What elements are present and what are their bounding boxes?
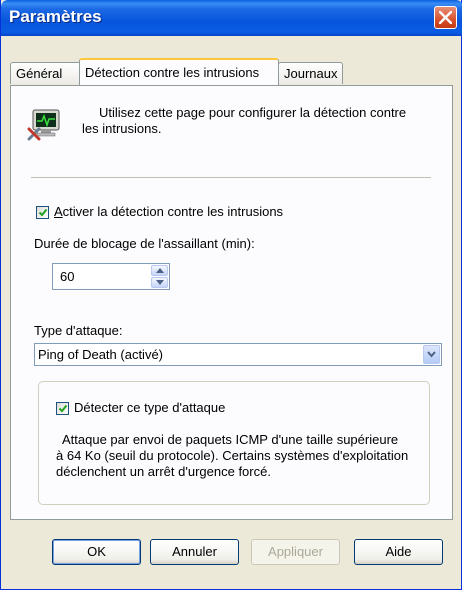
tab-intrusion-detection[interactable]: Détection contre les intrusions bbox=[79, 58, 279, 85]
block-duration-value[interactable]: 60 bbox=[60, 269, 74, 284]
attack-type-label: Type d'attaque: bbox=[34, 323, 123, 338]
attack-type-select[interactable]: Ping of Death (activé) bbox=[34, 343, 442, 366]
detect-attack-label[interactable]: Détecter ce type d'attaque bbox=[74, 400, 225, 415]
close-button[interactable] bbox=[434, 6, 457, 29]
block-duration-label: Durée de blocage de l'assaillant (min): bbox=[34, 236, 255, 251]
enable-detection-checkbox[interactable] bbox=[36, 206, 49, 219]
cancel-button[interactable]: Annuler bbox=[150, 539, 239, 565]
separator bbox=[31, 177, 431, 178]
settings-window: Paramètres Général Détection contre les … bbox=[0, 0, 462, 590]
attack-description: Attaque par envoi de paquets ICMP d'une … bbox=[56, 432, 409, 479]
spin-down-button[interactable] bbox=[151, 277, 168, 288]
network-monitor-tools-icon bbox=[27, 109, 60, 141]
close-icon bbox=[439, 11, 452, 24]
window-title: Paramètres bbox=[9, 7, 102, 26]
arrow-up-icon bbox=[156, 268, 164, 273]
checkmark-icon bbox=[58, 404, 68, 413]
intro-text-line1: Utilisez cette page pour configurer la d… bbox=[99, 105, 407, 120]
dropdown-button[interactable] bbox=[423, 345, 440, 364]
intro-text-line2: les intrusions. bbox=[82, 121, 162, 136]
enable-detection-label[interactable]: Activer la détection contre les intrusio… bbox=[54, 204, 283, 219]
help-button[interactable]: Aide bbox=[354, 539, 443, 565]
checkmark-icon bbox=[38, 208, 48, 217]
spin-up-button[interactable] bbox=[151, 265, 168, 276]
tab-general[interactable]: Général bbox=[10, 62, 82, 84]
chevron-down-icon bbox=[427, 351, 436, 358]
attack-type-value: Ping of Death (activé) bbox=[38, 347, 164, 362]
arrow-down-icon bbox=[156, 280, 164, 285]
spinner-buttons bbox=[151, 265, 168, 288]
block-duration-spinner[interactable]: 60 bbox=[52, 263, 170, 290]
tab-logs[interactable]: Journaux bbox=[278, 62, 343, 84]
ok-button[interactable]: OK bbox=[52, 539, 141, 565]
apply-button[interactable]: Appliquer bbox=[251, 539, 340, 565]
title-bar[interactable]: Paramètres bbox=[1, 0, 462, 36]
detect-attack-checkbox[interactable] bbox=[56, 402, 69, 415]
